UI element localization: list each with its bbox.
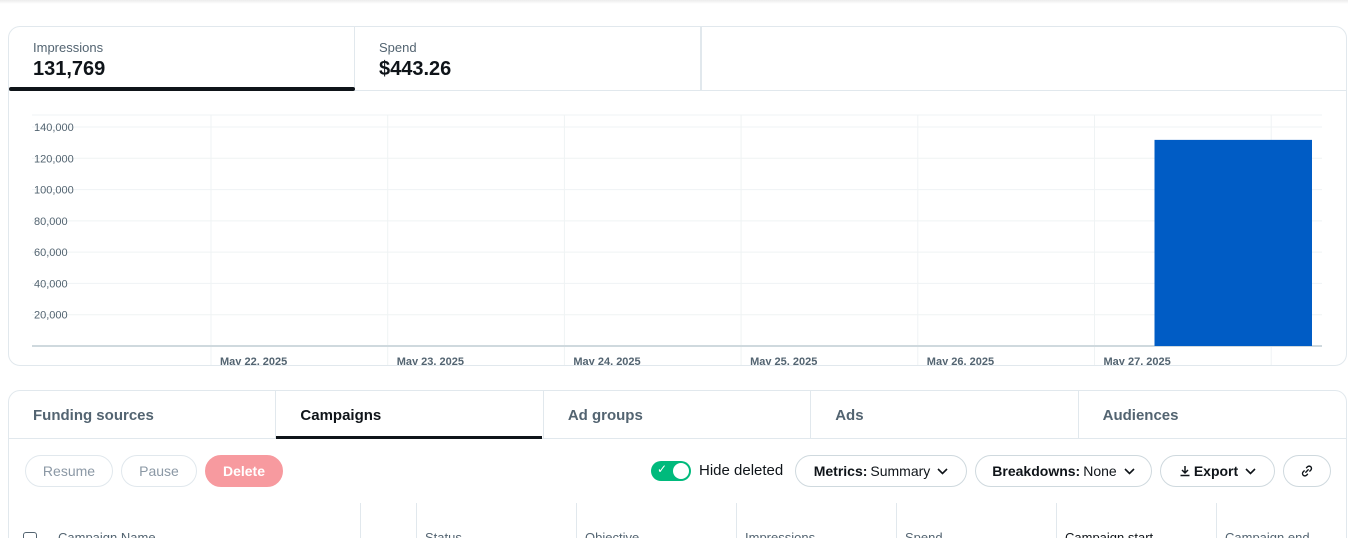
metric-tab-spend[interactable]: Spend $443.26 (355, 27, 701, 91)
y-tick-label: 100,000 (34, 185, 74, 197)
top-bar (0, 0, 1348, 4)
y-tick-label: 40,000 (34, 278, 68, 290)
y-tick-label: 120,000 (34, 153, 74, 165)
tab-ads[interactable]: Ads (811, 391, 1079, 439)
campaign-table-header: Campaign Name Status Objective Impressio… (9, 503, 1346, 538)
chevron-down-icon (1124, 467, 1135, 475)
breakdowns-dropdown[interactable]: Breakdowns: None (975, 455, 1152, 487)
breakdowns-dropdown-label: Breakdowns: (992, 463, 1081, 479)
select-all-checkbox[interactable] (23, 532, 37, 538)
metrics-dropdown-label: Metrics: (813, 463, 868, 479)
download-icon (1180, 466, 1190, 477)
metrics-dropdown-value: Summary (870, 463, 931, 479)
toggle-knob (673, 463, 689, 479)
export-dropdown[interactable]: Export (1160, 455, 1275, 487)
y-tick-label: 20,000 (34, 310, 68, 322)
breakdowns-dropdown-value: None (1083, 463, 1117, 479)
copy-link-button[interactable] (1283, 455, 1331, 487)
chart-bar (1154, 139, 1312, 346)
tab-campaigns[interactable]: Campaigns (276, 391, 544, 439)
column-blank (361, 503, 417, 538)
metric-tabs: Impressions 131,769 Spend $443.26 (9, 27, 1346, 91)
column-spend[interactable]: Spend (897, 503, 1057, 538)
metric-value: $443.26 (379, 58, 452, 80)
export-label: Export (1193, 463, 1239, 479)
resume-button[interactable]: Resume (25, 455, 113, 487)
metrics-dropdown[interactable]: Metrics: Summary (795, 455, 967, 487)
x-tick-label: May 25, 2025 (750, 356, 817, 366)
hide-deleted-toggle[interactable]: ✓ (651, 461, 691, 481)
y-tick-label: 140,000 (34, 122, 74, 134)
entity-tabs: Funding sources Campaigns Ad groups Ads … (9, 391, 1346, 439)
x-tick-label: May 23, 2025 (397, 356, 464, 366)
x-tick-label: May 27, 2025 (1104, 356, 1171, 366)
x-tick-label: May 26, 2025 (927, 356, 994, 366)
column-impressions[interactable]: Impressions (737, 503, 897, 538)
metric-value: 131,769 (33, 58, 106, 80)
chevron-down-icon (1245, 467, 1256, 475)
column-campaign-name[interactable]: Campaign Name (50, 503, 361, 538)
metric-tab-empty (701, 27, 702, 91)
metric-label: Spend (379, 40, 417, 55)
metric-label: Impressions (33, 40, 104, 55)
y-tick-label: 80,000 (34, 216, 68, 228)
column-campaign-end[interactable]: Campaign end (1217, 503, 1346, 538)
hide-deleted-label: Hide deleted (699, 462, 784, 479)
delete-button[interactable]: Delete (205, 455, 283, 487)
campaign-toolbar: Resume Pause Delete ✓ Hide deleted Metri… (9, 439, 1346, 503)
tab-audiences[interactable]: Audiences (1079, 391, 1346, 439)
link-icon (1301, 465, 1313, 477)
metrics-card: Impressions 131,769 Spend $443.26 20,000… (8, 26, 1347, 366)
impressions-chart: 20,000 40,000 60,000 80,000 100,000 120,000 14… (32, 114, 1322, 366)
tab-funding-sources[interactable]: Funding sources (9, 391, 277, 439)
tab-ad-groups[interactable]: Ad groups (544, 391, 812, 439)
column-objective[interactable]: Objective (577, 503, 737, 538)
chevron-down-icon (937, 467, 948, 475)
pause-button[interactable]: Pause (121, 455, 197, 487)
x-tick-label: May 24, 2025 (573, 356, 640, 366)
x-tick-label: May 22, 2025 (220, 356, 287, 366)
check-icon: ✓ (657, 462, 668, 476)
metric-tab-impressions[interactable]: Impressions 131,769 (9, 27, 355, 91)
column-status[interactable]: Status (417, 503, 577, 538)
y-tick-label: 60,000 (34, 247, 68, 259)
entity-card: Funding sources Campaigns Ad groups Ads … (8, 390, 1347, 538)
column-campaign-start[interactable]: Campaign start (1057, 503, 1217, 538)
